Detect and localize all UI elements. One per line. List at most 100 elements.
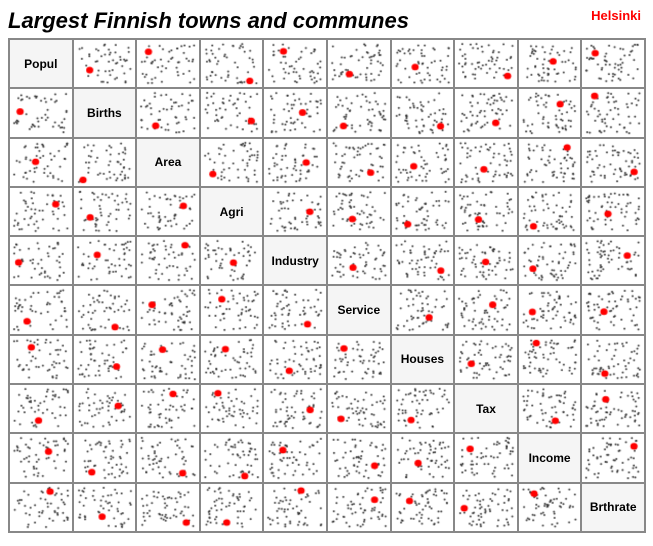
cell-r3-c0 <box>9 187 73 236</box>
cell-r7-c2 <box>136 384 200 433</box>
cell-r7-c4 <box>263 384 327 433</box>
cell-r9-c3 <box>200 483 264 532</box>
cell-r9-c8 <box>518 483 582 532</box>
cell-r1-c2 <box>136 88 200 137</box>
diagonal-label-Tax: Tax <box>476 402 496 416</box>
cell-r9-c7 <box>454 483 518 532</box>
diagonal-label-Service: Service <box>337 303 380 317</box>
cell-r6-c1 <box>73 335 137 384</box>
cell-r3-c7 <box>454 187 518 236</box>
cell-r6-c8 <box>518 335 582 384</box>
cell-r5-c8 <box>518 285 582 334</box>
cell-r6-c2 <box>136 335 200 384</box>
cell-r0-c2 <box>136 39 200 88</box>
cell-r4-c4: Industry <box>263 236 327 285</box>
cell-r4-c7 <box>454 236 518 285</box>
cell-r0-c4 <box>263 39 327 88</box>
cell-r6-c5 <box>327 335 391 384</box>
cell-r2-c2: Area <box>136 138 200 187</box>
cell-r3-c4 <box>263 187 327 236</box>
cell-r0-c9 <box>581 39 645 88</box>
cell-r5-c3 <box>200 285 264 334</box>
cell-r1-c7 <box>454 88 518 137</box>
cell-r6-c6: Houses <box>391 335 455 384</box>
page-title: Largest Finnish towns and communes <box>8 8 645 34</box>
cell-r1-c1: Births <box>73 88 137 137</box>
cell-r6-c3 <box>200 335 264 384</box>
cell-r4-c1 <box>73 236 137 285</box>
cell-r5-c0 <box>9 285 73 334</box>
cell-r2-c0 <box>9 138 73 187</box>
cell-r4-c5 <box>327 236 391 285</box>
cell-r2-c6 <box>391 138 455 187</box>
cell-r7-c9 <box>581 384 645 433</box>
cell-r7-c6 <box>391 384 455 433</box>
main-container: Largest Finnish towns and communes Helsi… <box>0 0 653 546</box>
diagonal-label-Brthrate: Brthrate <box>590 500 637 514</box>
cell-r0-c7 <box>454 39 518 88</box>
diagonal-label-Income: Income <box>529 451 571 465</box>
cell-r5-c7 <box>454 285 518 334</box>
cell-r0-c8 <box>518 39 582 88</box>
cell-r8-c1 <box>73 433 137 482</box>
cell-r8-c2 <box>136 433 200 482</box>
cell-r2-c4 <box>263 138 327 187</box>
cell-r4-c3 <box>200 236 264 285</box>
cell-r6-c7 <box>454 335 518 384</box>
cell-r2-c3 <box>200 138 264 187</box>
scatterplot-matrix: Popul Births Area Agri Industry Service Houses… <box>8 38 645 533</box>
cell-r4-c2 <box>136 236 200 285</box>
cell-r3-c2 <box>136 187 200 236</box>
cell-r0-c5 <box>327 39 391 88</box>
cell-r9-c0 <box>9 483 73 532</box>
cell-r8-c6 <box>391 433 455 482</box>
cell-r1-c8 <box>518 88 582 137</box>
cell-r0-c3 <box>200 39 264 88</box>
cell-r1-c6 <box>391 88 455 137</box>
cell-r5-c4 <box>263 285 327 334</box>
cell-r7-c0 <box>9 384 73 433</box>
cell-r0-c6 <box>391 39 455 88</box>
cell-r3-c5 <box>327 187 391 236</box>
cell-r6-c4 <box>263 335 327 384</box>
cell-r3-c6 <box>391 187 455 236</box>
cell-r8-c0 <box>9 433 73 482</box>
cell-r6-c0 <box>9 335 73 384</box>
cell-r7-c1 <box>73 384 137 433</box>
cell-r0-c1 <box>73 39 137 88</box>
cell-r7-c8 <box>518 384 582 433</box>
cell-r4-c8 <box>518 236 582 285</box>
cell-r7-c3 <box>200 384 264 433</box>
cell-r1-c3 <box>200 88 264 137</box>
cell-r3-c8 <box>518 187 582 236</box>
cell-r9-c6 <box>391 483 455 532</box>
cell-r2-c1 <box>73 138 137 187</box>
helsinki-label: Helsinki <box>591 8 641 23</box>
cell-r0-c0: Popul <box>9 39 73 88</box>
cell-r5-c2 <box>136 285 200 334</box>
cell-r3-c3: Agri <box>200 187 264 236</box>
cell-r2-c8 <box>518 138 582 187</box>
diagonal-label-Births: Births <box>87 106 122 120</box>
cell-r5-c6 <box>391 285 455 334</box>
cell-r5-c9 <box>581 285 645 334</box>
cell-r1-c9 <box>581 88 645 137</box>
cell-r2-c9 <box>581 138 645 187</box>
cell-r9-c1 <box>73 483 137 532</box>
cell-r2-c5 <box>327 138 391 187</box>
cell-r6-c9 <box>581 335 645 384</box>
cell-r5-c5: Service <box>327 285 391 334</box>
cell-r9-c4 <box>263 483 327 532</box>
diagonal-label-Area: Area <box>155 155 182 169</box>
cell-r8-c5 <box>327 433 391 482</box>
cell-r9-c2 <box>136 483 200 532</box>
cell-r1-c5 <box>327 88 391 137</box>
cell-r3-c9 <box>581 187 645 236</box>
diagonal-label-Industry: Industry <box>272 254 319 268</box>
cell-r4-c9 <box>581 236 645 285</box>
cell-r7-c5 <box>327 384 391 433</box>
cell-r8-c9 <box>581 433 645 482</box>
diagonal-label-Agri: Agri <box>220 205 244 219</box>
cell-r3-c1 <box>73 187 137 236</box>
cell-r8-c4 <box>263 433 327 482</box>
